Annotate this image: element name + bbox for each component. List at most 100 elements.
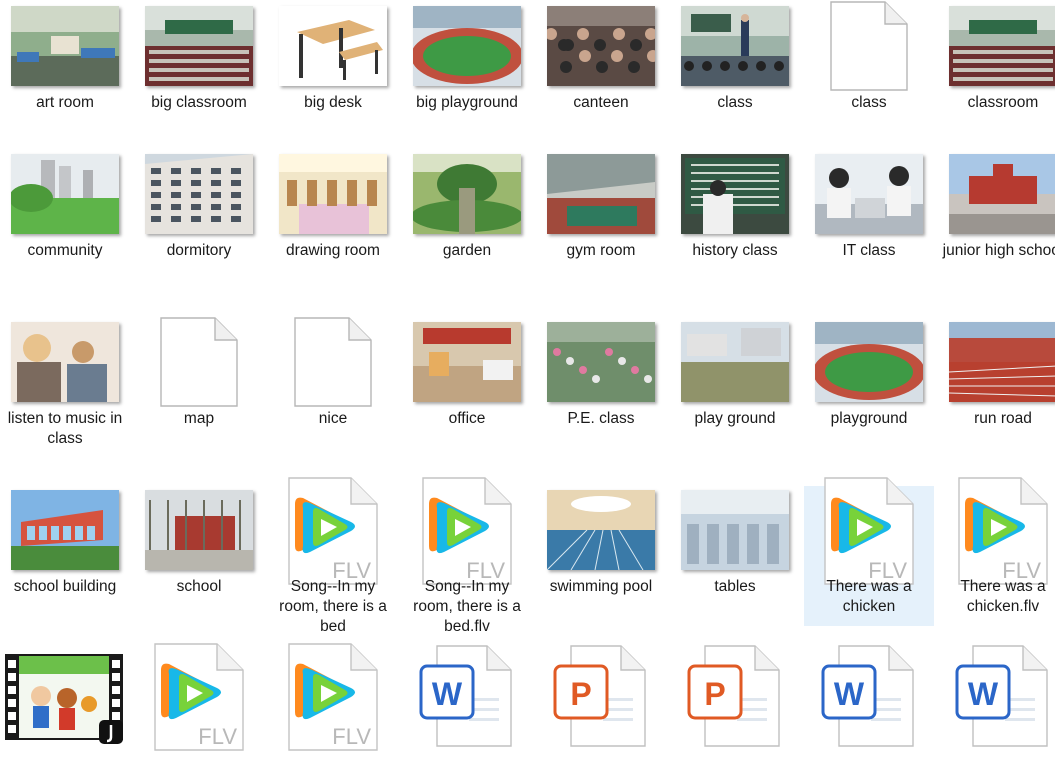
svg-text:P: P bbox=[570, 676, 591, 712]
file-name-label: IT class bbox=[842, 242, 896, 259]
file-name-label: office bbox=[448, 410, 486, 427]
svg-text:W: W bbox=[968, 676, 999, 712]
file-item-map[interactable]: map bbox=[134, 317, 264, 458]
image-thumbnail bbox=[536, 150, 666, 238]
file-name-label: classroom bbox=[967, 94, 1039, 111]
file-item-junior-high-school[interactable]: junior high school bbox=[938, 150, 1055, 290]
file-item-there-was-a-chicken[interactable]: FLV There was a chicken bbox=[804, 477, 934, 626]
file-name-label: class bbox=[851, 94, 887, 111]
image-thumbnail bbox=[134, 486, 264, 574]
file-item-there-was-a-chicken-flv[interactable]: FLV There was a chicken.flv bbox=[938, 477, 1055, 626]
file-name-label: There was a chicken bbox=[826, 578, 912, 615]
flv-video-file-icon: FLV bbox=[134, 643, 264, 751]
file-item-gym-room[interactable]: gym room bbox=[536, 150, 666, 290]
file-item-song-in-my-room-there-is-a-bed[interactable]: FLV Song--In my room, there is a bed bbox=[268, 477, 398, 635]
file-name-label: gym room bbox=[566, 242, 636, 259]
image-thumbnail bbox=[402, 2, 532, 90]
image-thumbnail bbox=[938, 318, 1055, 406]
file-name-label: junior high school bbox=[942, 242, 1055, 259]
file-item-it-class[interactable]: IT class bbox=[804, 150, 934, 290]
image-thumbnail bbox=[536, 486, 666, 574]
file-name-label: tables bbox=[714, 578, 756, 595]
file-item-big-playground[interactable]: big playground bbox=[402, 2, 532, 112]
file-name-label: nice bbox=[318, 410, 348, 427]
file-name-label: swimming pool bbox=[549, 578, 653, 595]
file-name-label: playground bbox=[830, 410, 908, 427]
file-item-run-road[interactable]: run road bbox=[938, 318, 1055, 458]
file-item-item-32[interactable] bbox=[0, 652, 130, 772]
file-item-song-in-my-room-there-is-a-bed-flv[interactable]: FLV Song--In my room, there is a bed.flv bbox=[402, 477, 532, 635]
file-name-label: school building bbox=[13, 578, 117, 595]
file-name-label: class bbox=[717, 94, 753, 111]
file-name-label: There was a chicken.flv bbox=[960, 578, 1046, 615]
file-item-item-33[interactable]: FLV bbox=[134, 643, 264, 772]
file-name-label: run road bbox=[974, 410, 1032, 427]
file-item-nice[interactable]: nice bbox=[268, 317, 398, 458]
file-item-item-35[interactable]: W bbox=[402, 645, 532, 772]
file-item-class[interactable]: class bbox=[670, 2, 800, 112]
file-item-school-building[interactable]: school building bbox=[0, 486, 130, 626]
file-name-label: play ground bbox=[694, 410, 776, 427]
file-name-label: P.E. class bbox=[567, 410, 635, 427]
word-document-icon: W bbox=[402, 645, 532, 747]
file-name-label: art room bbox=[36, 94, 94, 111]
image-thumbnail bbox=[670, 486, 800, 574]
file-item-listen-to-music-in-class[interactable]: listen to music in class bbox=[0, 318, 130, 458]
svg-text:W: W bbox=[432, 676, 463, 712]
file-name-label: map bbox=[183, 410, 215, 427]
file-name-label: listen to music in class bbox=[7, 410, 123, 447]
image-thumbnail bbox=[268, 2, 398, 90]
image-thumbnail bbox=[134, 2, 264, 90]
image-thumbnail bbox=[804, 150, 934, 238]
file-name-label: Song--In my room, there is a bed bbox=[279, 578, 387, 635]
file-name-label: history class bbox=[692, 242, 778, 259]
file-item-tables[interactable]: tables bbox=[670, 486, 800, 626]
image-thumbnail bbox=[938, 150, 1055, 238]
file-item-history-class[interactable]: history class bbox=[670, 150, 800, 290]
file-item-garden[interactable]: garden bbox=[402, 150, 532, 290]
file-item-play-ground[interactable]: play ground bbox=[670, 318, 800, 458]
file-name-label: canteen bbox=[573, 94, 629, 111]
file-item-big-desk[interactable]: big desk bbox=[268, 2, 398, 112]
file-item-item-38[interactable]: W bbox=[804, 645, 934, 772]
file-item-dormitory[interactable]: dormitory bbox=[134, 150, 264, 290]
image-thumbnail bbox=[938, 2, 1055, 90]
file-name-label: big desk bbox=[304, 94, 362, 111]
image-thumbnail bbox=[402, 318, 532, 406]
file-item-p-e-class[interactable]: P.E. class bbox=[536, 318, 666, 458]
file-item-art-room[interactable]: art room bbox=[0, 2, 130, 112]
file-name-label: Song--In my room, there is a bed.flv bbox=[413, 578, 521, 635]
file-item-swimming-pool[interactable]: swimming pool bbox=[536, 486, 666, 626]
svg-text:P: P bbox=[704, 676, 725, 712]
file-item-drawing-room[interactable]: drawing room bbox=[268, 150, 398, 290]
file-item-item-36[interactable]: P bbox=[536, 645, 666, 772]
word-document-icon: W bbox=[804, 645, 934, 747]
image-thumbnail bbox=[0, 318, 130, 406]
file-item-playground[interactable]: playground bbox=[804, 318, 934, 458]
file-item-big-classroom[interactable]: big classroom bbox=[134, 2, 264, 112]
file-name-label: big classroom bbox=[151, 94, 247, 111]
file-item-classroom[interactable]: classroom bbox=[938, 2, 1055, 112]
image-thumbnail bbox=[268, 150, 398, 238]
powerpoint-file-icon: P bbox=[536, 645, 666, 747]
file-item-community[interactable]: community bbox=[0, 150, 130, 290]
image-thumbnail bbox=[402, 150, 532, 238]
image-thumbnail bbox=[536, 2, 666, 90]
file-item-school[interactable]: school bbox=[134, 486, 264, 626]
file-name-label: drawing room bbox=[286, 242, 380, 259]
svg-text:W: W bbox=[834, 676, 865, 712]
file-item-office[interactable]: office bbox=[402, 318, 532, 458]
video-file-icon bbox=[0, 652, 130, 744]
image-thumbnail bbox=[536, 318, 666, 406]
blank-file-icon bbox=[804, 1, 934, 91]
file-item-item-34[interactable]: FLV bbox=[268, 643, 398, 772]
word-document-icon: W bbox=[938, 645, 1055, 747]
file-item-item-37[interactable]: P bbox=[670, 645, 800, 772]
file-item-item-39[interactable]: W bbox=[938, 645, 1055, 772]
file-item-class[interactable]: class bbox=[804, 1, 934, 112]
file-item-canteen[interactable]: canteen bbox=[536, 2, 666, 112]
file-name-label: garden bbox=[442, 242, 492, 259]
file-name-label: community bbox=[27, 242, 103, 259]
svg-text:FLV: FLV bbox=[332, 724, 371, 749]
file-name-label: big playground bbox=[416, 94, 518, 111]
